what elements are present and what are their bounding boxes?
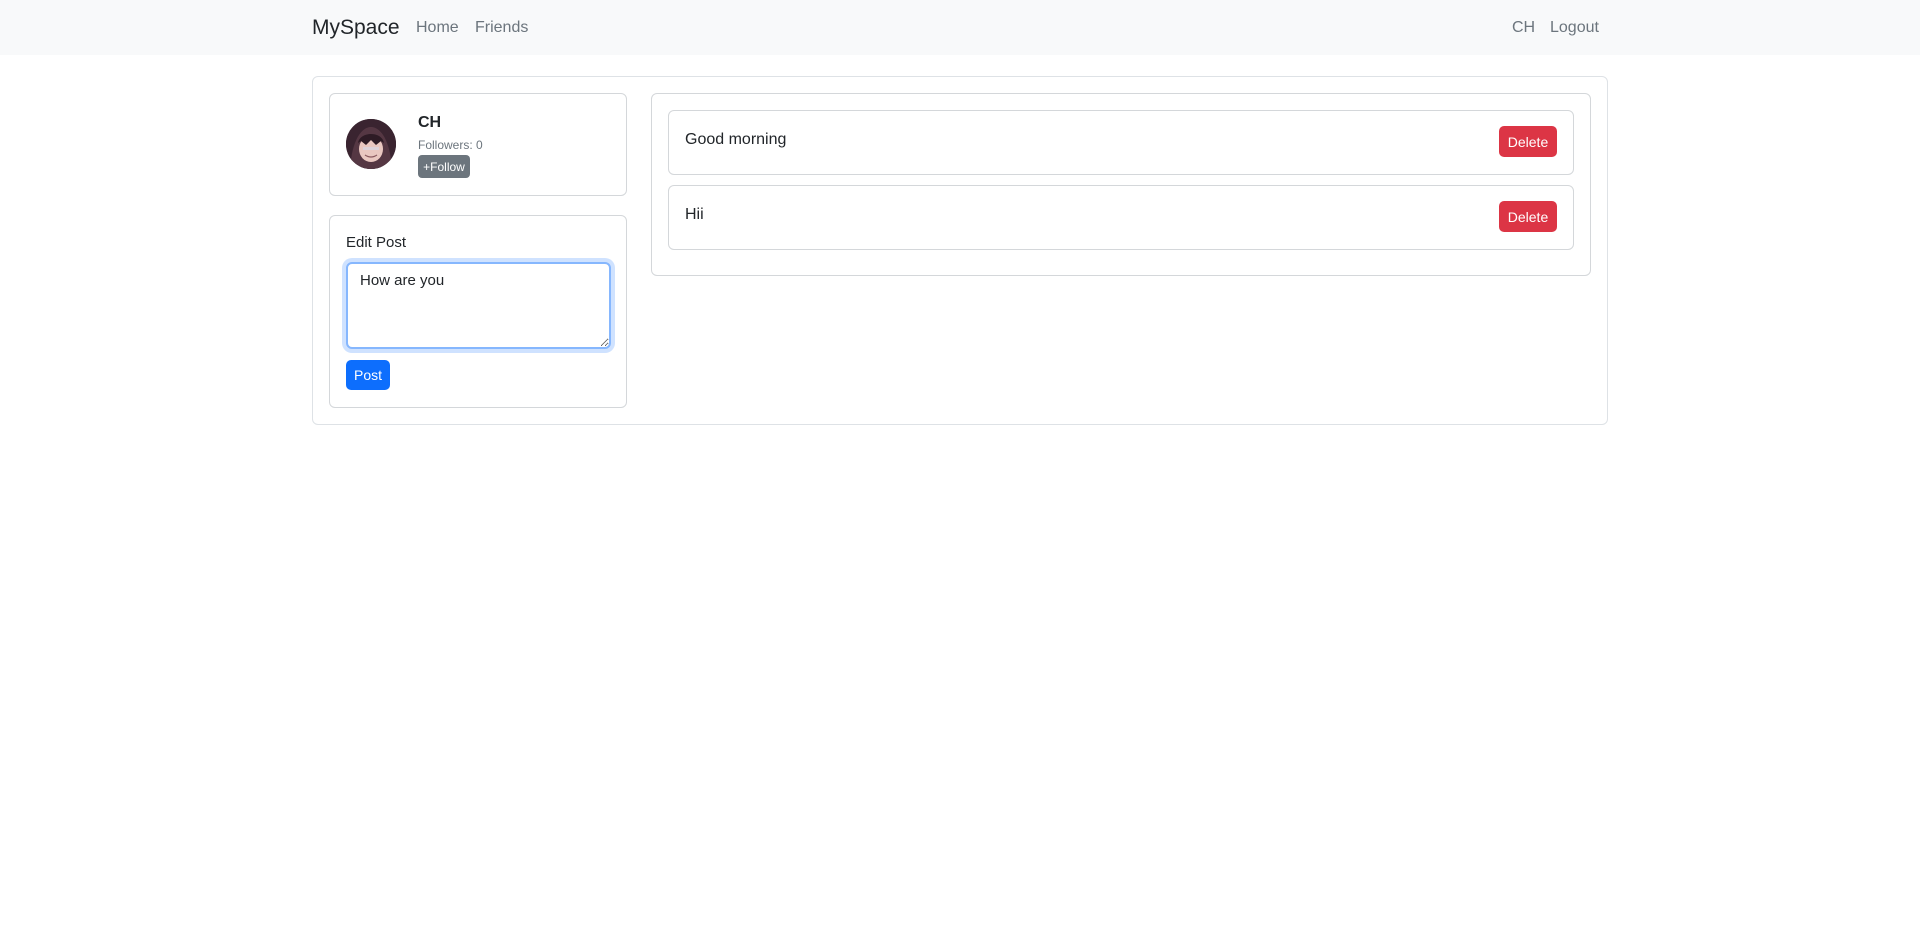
edit-post-label: Edit Post <box>346 234 407 251</box>
brand-link[interactable]: MySpace <box>312 16 400 40</box>
nav-link-home[interactable]: Home <box>416 19 459 37</box>
post-item: Good morning Delete <box>668 110 1574 175</box>
posts-feed-card: Good morning Delete Hii Delete <box>651 93 1591 276</box>
nav-link-friends[interactable]: Friends <box>475 19 528 37</box>
logout-link[interactable]: Logout <box>1550 19 1599 37</box>
post-text: Good morning <box>685 131 787 148</box>
nav-link-user[interactable]: CH <box>1512 19 1535 37</box>
edit-post-card: Edit Post How are you Post <box>329 215 627 408</box>
post-text: Hii <box>685 206 704 223</box>
followers-count: Followers: 0 <box>418 138 483 152</box>
delete-post-button[interactable]: Delete <box>1499 201 1557 232</box>
post-button[interactable]: Post <box>346 360 390 390</box>
follow-button[interactable]: +Follow <box>418 155 470 178</box>
post-textarea[interactable]: How are you <box>346 262 611 349</box>
post-item: Hii Delete <box>668 185 1574 250</box>
user-avatar-icon <box>346 119 396 169</box>
delete-post-button[interactable]: Delete <box>1499 126 1557 157</box>
main-container: CH Followers: 0 +Follow Edit Post How ar… <box>312 76 1608 425</box>
profile-card: CH Followers: 0 +Follow <box>329 93 627 196</box>
top-navbar: MySpace Home Friends CH Logout <box>0 0 1920 55</box>
profile-name: CH <box>418 114 442 131</box>
